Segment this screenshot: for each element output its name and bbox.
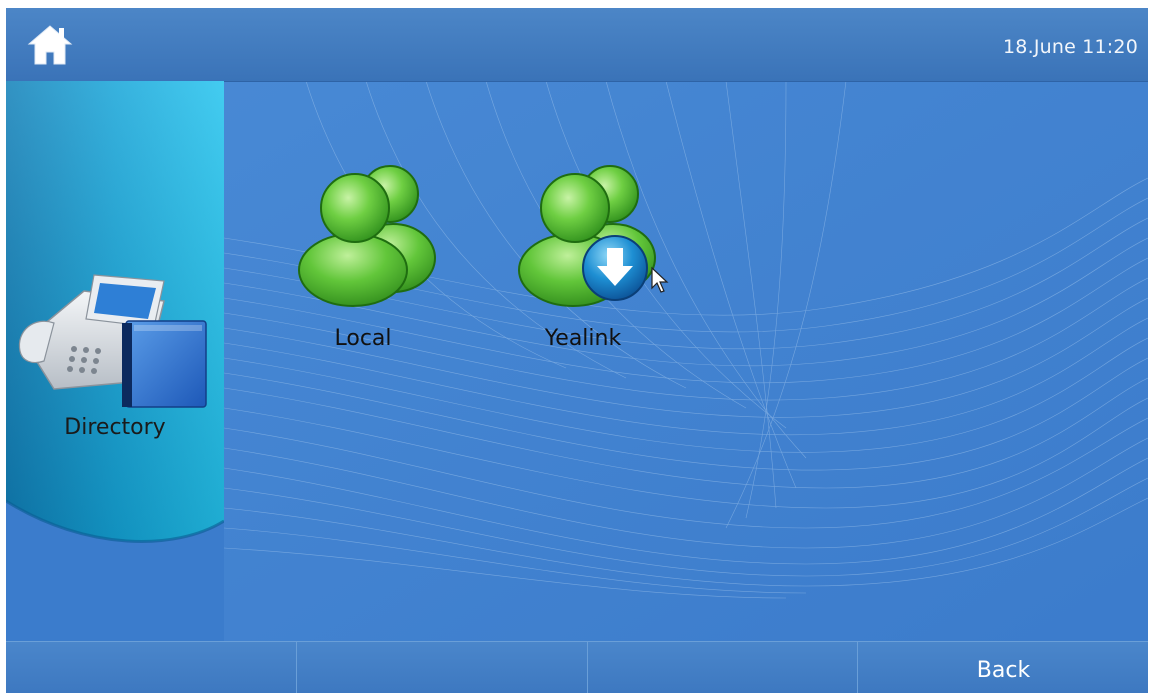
softkey-2[interactable] [296,642,587,693]
mouse-cursor-icon [651,266,669,293]
date-time-display: 18.June 11:20 [1003,36,1138,58]
directory-side-panel: Directory [6,81,224,641]
home-button[interactable] [26,22,74,68]
remote-contacts-download-icon [518,165,656,307]
top-status-bar: 18.June 11:20 [6,8,1148,82]
softkey-3[interactable] [587,642,858,693]
local-directory-item[interactable]: Local [283,158,443,358]
home-icon [27,25,73,65]
yealink-label: Yealink [544,326,622,351]
directory-title: Directory [64,415,166,440]
softkey-bar: Back [6,641,1148,693]
yealink-directory-item[interactable]: Yealink [503,158,663,358]
phone-screen: 18.June 11:20 Directory Local Yealink Ba… [6,8,1148,693]
back-button[interactable]: Back [857,642,1148,693]
contacts-group-icon [298,165,436,307]
softkey-1[interactable] [6,642,295,693]
local-label: Local [334,326,392,351]
directory-phone-book-icon [18,274,207,408]
